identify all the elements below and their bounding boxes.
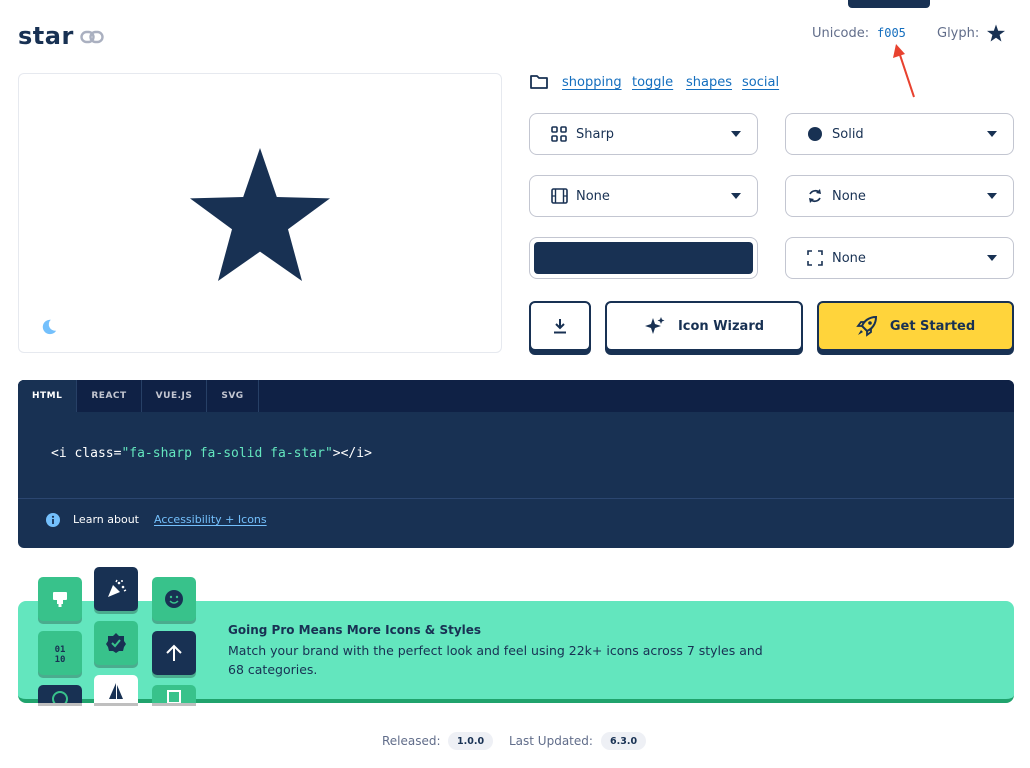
tile-smile: [152, 577, 196, 621]
svg-text:01: 01: [55, 645, 66, 655]
code-snippet[interactable]: <i class="fa-sharp fa-solid fa-star"></i…: [51, 446, 372, 461]
grid-icon: [550, 125, 568, 143]
badge-check-icon: [106, 633, 126, 653]
code-suffix: ></i>: [332, 446, 372, 461]
size-select-label: None: [832, 250, 866, 266]
info-icon: [46, 513, 60, 527]
color-swatch: [534, 242, 753, 274]
grid-icon: [167, 690, 181, 703]
svg-text:10: 10: [55, 655, 66, 665]
chevron-down-icon: [987, 193, 997, 199]
rotate-icon: [806, 187, 824, 205]
tag-link[interactable]: shapes: [686, 75, 732, 90]
expand-icon: [806, 249, 824, 267]
tile-partial: [152, 685, 196, 703]
tab-vuejs[interactable]: VUE.JS: [142, 380, 208, 412]
circle-icon: [806, 125, 824, 143]
download-icon: [554, 319, 566, 334]
film-icon: [550, 187, 568, 205]
chevron-down-icon: [987, 255, 997, 261]
get-started-label: Get Started: [889, 318, 976, 334]
link-icon[interactable]: [80, 28, 104, 46]
circle-icon: [52, 691, 68, 703]
sparkles-icon: [644, 317, 665, 334]
tile-binary: 01 10: [38, 631, 82, 675]
last-updated-version-badge: 6.3.0: [601, 732, 647, 750]
color-picker[interactable]: [529, 237, 758, 279]
family-select-label: Sharp: [576, 126, 615, 142]
code-string: "fa-sharp fa-solid fa-star": [121, 446, 333, 461]
star-icon: [190, 148, 330, 281]
moon-icon[interactable]: [40, 318, 58, 336]
chevron-down-icon: [731, 193, 741, 199]
arrow-up-icon: [166, 644, 182, 661]
tile-partial: [38, 685, 82, 703]
rotation-select-label: None: [832, 188, 866, 204]
tab-react[interactable]: REACT: [77, 380, 142, 412]
page-title: star: [18, 22, 74, 50]
pro-description: Match your brand with the perfect look a…: [228, 643, 763, 677]
pro-title: Going Pro Means More Icons & Styles: [228, 623, 482, 637]
tile-badge-check: [94, 621, 138, 665]
chevron-down-icon: [987, 131, 997, 137]
tag-link[interactable]: social: [742, 75, 779, 90]
sailboat-icon: [109, 683, 123, 699]
code-panel: HTML REACT VUE.JS SVG <i class="fa-sharp…: [18, 380, 1014, 548]
tab-html[interactable]: HTML: [18, 380, 78, 412]
chevron-down-icon: [731, 131, 741, 137]
icon-wizard-label: Icon Wizard: [677, 318, 765, 334]
rotation-select[interactable]: None: [785, 175, 1014, 217]
glyph-star-icon[interactable]: [987, 24, 1005, 42]
tile-party: [94, 567, 138, 611]
rocket-icon: [856, 315, 877, 337]
highlighter-icon: [53, 592, 67, 607]
code-prefix: <i class=: [51, 446, 122, 461]
accessibility-link[interactable]: Accessibility + Icons: [154, 513, 267, 526]
get-started-button[interactable]: Get Started: [817, 301, 1014, 351]
unicode-label: Unicode:: [812, 26, 870, 41]
tile-highlighter: [38, 577, 82, 621]
party-popper-icon: [108, 579, 127, 597]
style-select[interactable]: Solid: [785, 113, 1014, 155]
released-version-badge: 1.0.0: [448, 732, 494, 750]
animation-select-label: None: [576, 188, 610, 204]
binary-icon: 0110: [55, 645, 66, 665]
released-label: Released:: [382, 734, 441, 748]
last-updated-label: Last Updated:: [509, 734, 593, 748]
folder-icon: [530, 75, 548, 89]
tab-svg[interactable]: SVG: [207, 380, 259, 412]
icon-wizard-button[interactable]: Icon Wizard: [605, 301, 803, 351]
style-select-label: Solid: [832, 126, 864, 142]
learn-about-label: Learn about: [73, 513, 139, 526]
download-button[interactable]: [529, 301, 591, 351]
tag-link[interactable]: shopping: [562, 75, 622, 90]
unicode-value[interactable]: f005: [877, 26, 906, 40]
annotation-arrow: [893, 44, 915, 98]
animation-select[interactable]: None: [529, 175, 758, 217]
tile-arrow-up: [152, 631, 196, 675]
glyph-label: Glyph:: [937, 26, 980, 41]
divider: [18, 498, 1014, 499]
code-tabs: HTML REACT VUE.JS SVG: [18, 380, 1014, 412]
size-select[interactable]: None: [785, 237, 1014, 279]
family-select[interactable]: Sharp: [529, 113, 758, 155]
tile-sailboat: [94, 675, 138, 703]
smile-icon: [165, 590, 183, 608]
tooltip: [848, 0, 930, 8]
tag-link[interactable]: toggle: [632, 75, 673, 90]
